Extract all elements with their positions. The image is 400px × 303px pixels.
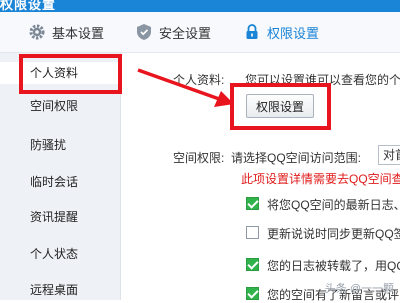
tab-security-settings[interactable]: 安全设置 <box>135 12 211 52</box>
sidebar-item-personal-status[interactable]: 个人状态 <box>0 243 120 265</box>
sidebar-item-label: 个人状态 <box>30 247 79 261</box>
tab-label: 安全设置 <box>159 25 212 41</box>
tab-label: 权限设置 <box>267 25 320 41</box>
sidebar-item-anti-harassment[interactable]: 防骚扰 <box>0 134 120 156</box>
sidebar-item-label: 空间权限 <box>30 99 79 113</box>
space-warning-text: 此项设置详情需要去QQ空间查 <box>241 172 400 186</box>
lock-icon <box>243 23 261 41</box>
sidebar-item-news-alerts[interactable]: 资讯提醒 <box>0 206 120 228</box>
sidebar-item-label: 远程桌面 <box>30 283 79 297</box>
space-access-select[interactable]: 对首 <box>378 145 400 165</box>
option-label: 更新说说时同步更新QQ签 <box>267 227 400 241</box>
tab-label: 基本设置 <box>52 25 105 41</box>
option-checkbox[interactable] <box>246 197 259 210</box>
space-access-prompt: 请选择QQ空间访问范围: <box>231 151 362 165</box>
highlight-box-button <box>230 83 331 130</box>
highlight-box-profile <box>19 54 122 94</box>
sidebar-item-temp-chat[interactable]: 临时会话 <box>0 171 120 193</box>
window-titlebar: 权限设置 <box>0 0 400 12</box>
tab-basic-settings[interactable]: 基本设置 <box>28 12 104 52</box>
sidebar-item-space-permission[interactable]: 空间权限 <box>0 95 120 117</box>
shield-icon <box>135 23 153 41</box>
option-checkbox[interactable] <box>246 258 259 271</box>
option-label: 您的日志被转载了，用QQ <box>267 259 400 273</box>
sidebar-item-label: 资讯提醒 <box>30 210 79 224</box>
window-title: 权限设置 <box>0 0 57 12</box>
sidebar-item-label: 防骚扰 <box>30 138 67 152</box>
option-label: 将您QQ空间的最新日志、 <box>267 198 400 212</box>
profile-row-label: 个人资料: <box>173 73 225 87</box>
tab-permission-settings[interactable]: 权限设置 <box>243 12 319 52</box>
option-checkbox[interactable] <box>246 287 259 300</box>
gear-icon <box>28 23 46 41</box>
sidebar-item-remote-desktop[interactable]: 远程桌面 <box>0 279 120 301</box>
watermark: 头条 @一一颗 <box>324 283 394 295</box>
top-nav: 基本设置 安全设置 权限设置 <box>0 12 400 53</box>
space-row-label: 空间权限: <box>173 151 225 165</box>
sidebar-item-label: 临时会话 <box>30 175 79 189</box>
option-checkbox[interactable] <box>246 226 259 239</box>
